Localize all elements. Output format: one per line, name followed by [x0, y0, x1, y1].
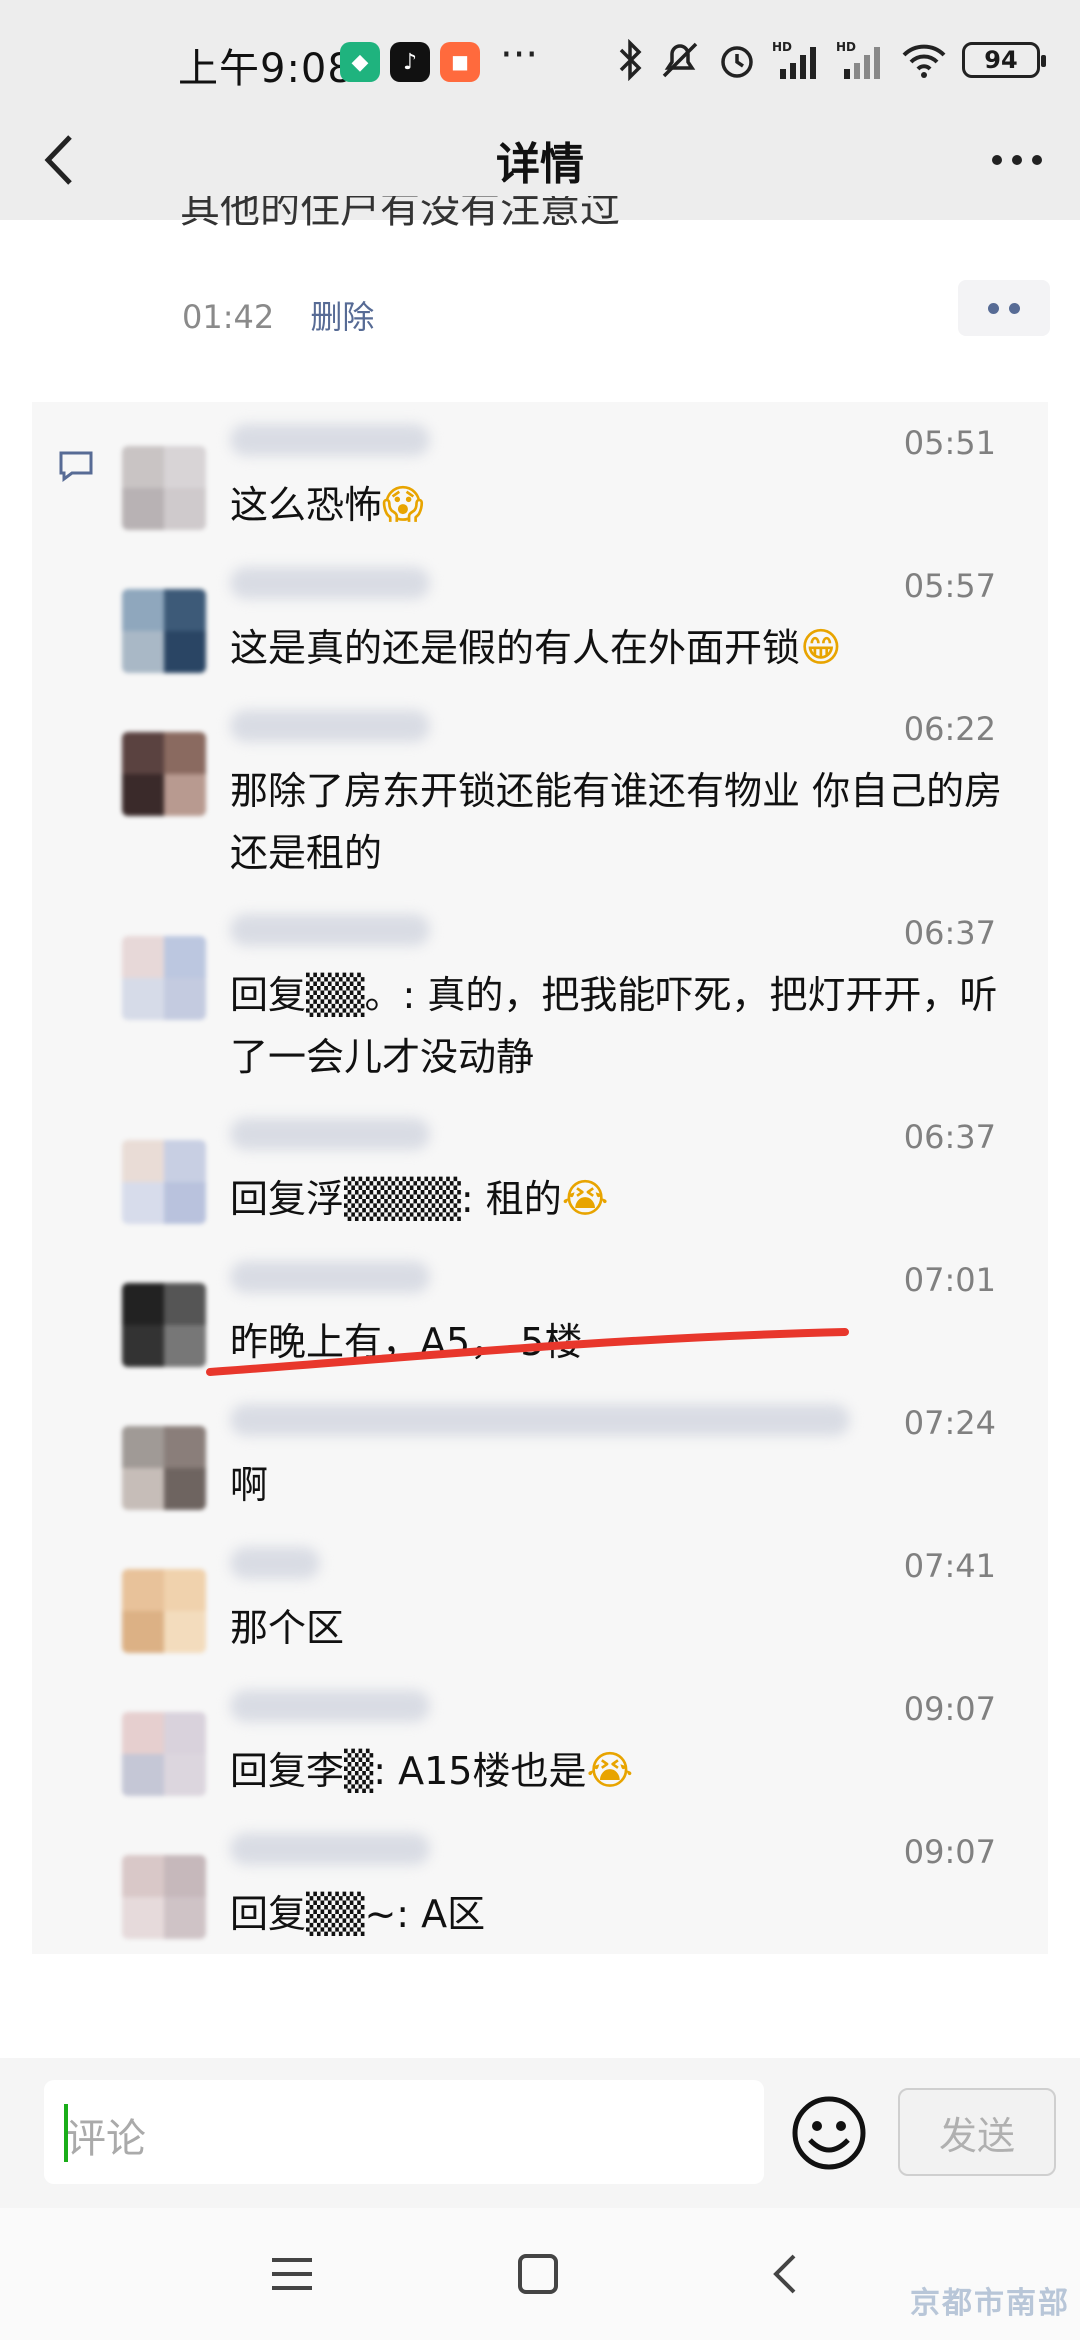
avatar[interactable]	[122, 936, 206, 1020]
grin-emoji-icon: 😁	[800, 625, 842, 671]
system-navigation-bar: 京都市南部	[0, 2208, 1080, 2340]
comment-text: 回复▒▒~: A区	[230, 1892, 486, 1936]
avatar[interactable]	[122, 446, 206, 530]
post-time: 01:42	[182, 298, 275, 336]
comment-input-placeholder: 评论	[66, 2116, 146, 2162]
comment-text: 那个区	[230, 1606, 345, 1650]
dot-icon	[988, 302, 999, 314]
comment-item[interactable]: 07:24 啊	[32, 1382, 1048, 1525]
comment-input-bar: 评论 发送	[0, 2058, 1080, 2208]
comment-time: 06:22	[903, 710, 996, 748]
comment-text: 回复李▒: A15楼也是😭	[230, 1748, 634, 1794]
avatar[interactable]	[122, 1140, 206, 1224]
comments-section: 05:51 这么恐怖😱 05:57 这是真的还是假的有人在外面开锁😁 06:22…	[32, 402, 1048, 1954]
commenter-name-blurred	[230, 1833, 430, 1865]
watermark: 京都市南部	[910, 2286, 1070, 2321]
status-bar: 上午9:08 ◆ ♪ ◼ ··· HD HD 94	[0, 28, 1080, 98]
comment-item[interactable]: 06:22 那除了房东开锁还能有谁还有物业 你自己的房还是租的	[32, 688, 1048, 892]
top-bar: 上午9:08 ◆ ♪ ◼ ··· HD HD 94 详情	[0, 0, 1080, 220]
dot-icon	[1009, 302, 1020, 314]
commenter-name-blurred	[230, 1547, 320, 1579]
avatar[interactable]	[122, 1712, 206, 1796]
dot-icon	[992, 155, 1002, 165]
comment-input[interactable]: 评论	[44, 2080, 764, 2184]
comment-time: 05:57	[903, 567, 996, 605]
home-icon[interactable]	[508, 2244, 568, 2304]
bluetooth-icon	[618, 38, 644, 82]
commenter-name-blurred	[230, 567, 430, 599]
comment-time: 07:24	[903, 1404, 996, 1442]
system-icons: HD HD 94	[618, 38, 1046, 82]
emoji-icon[interactable]	[790, 2094, 868, 2172]
comment-time: 06:37	[903, 914, 996, 952]
commenter-name-blurred	[230, 1404, 850, 1436]
back-icon[interactable]	[756, 2244, 816, 2304]
comment-time: 09:07	[903, 1833, 996, 1871]
comment-time: 06:37	[903, 1118, 996, 1156]
avatar[interactable]	[122, 1855, 206, 1939]
battery-icon: 94	[962, 42, 1046, 78]
comment-text: 那除了房东开锁还能有谁还有物业 你自己的房还是租的	[230, 769, 1003, 875]
comment-text: 回复浮▒▒▒▒: 租的😭	[230, 1176, 609, 1222]
comment-item[interactable]: 05:57 这是真的还是假的有人在外面开锁😁	[32, 545, 1048, 688]
red-underline-annotation	[206, 1328, 849, 1376]
comment-item[interactable]: 06:37 回复▒▒。: 真的，把我能吓死，把灯开开，听了一会儿才没动静	[32, 892, 1048, 1096]
comment-time: 07:01	[903, 1261, 996, 1299]
alarm-icon	[716, 38, 758, 82]
comment-item[interactable]: 05:51 这么恐怖😱	[32, 402, 1048, 545]
commenter-name-blurred	[230, 424, 430, 456]
comment-item[interactable]: 06:37 回复浮▒▒▒▒: 租的😭	[32, 1096, 1048, 1239]
post-meta: 01:42 删除	[182, 292, 374, 338]
avatar[interactable]	[122, 1569, 206, 1653]
menu-icon[interactable]	[262, 2244, 322, 2304]
comment-text: 这么恐怖😱	[230, 482, 424, 528]
commenter-name-blurred	[230, 710, 430, 742]
more-notifications-icon: ···	[500, 32, 539, 78]
scream-emoji-icon: 😱	[382, 482, 424, 528]
comment-time: 05:51	[903, 424, 996, 462]
crying-laughing-emoji-icon: 😭	[561, 1176, 609, 1222]
commenter-name-blurred	[230, 1690, 430, 1722]
text-caret	[64, 2104, 68, 2162]
commenter-name-blurred	[230, 914, 430, 946]
avatar[interactable]	[122, 589, 206, 673]
mute-icon	[658, 38, 702, 82]
svg-text:HD: HD	[772, 40, 792, 54]
comment-text: 回复▒▒。: 真的，把我能吓死，把灯开开，听了一会儿才没动静	[230, 973, 998, 1079]
shop-notification-icon: ◼	[440, 42, 480, 82]
tiktok-notification-icon: ♪	[390, 42, 430, 82]
svg-text:HD: HD	[836, 40, 856, 54]
crying-laughing-emoji-icon: 😭	[586, 1748, 634, 1794]
signal-hd-icon-2: HD	[836, 38, 886, 82]
dot-icon	[1032, 155, 1042, 165]
avatar[interactable]	[122, 732, 206, 816]
post-text-clipped: 其他的住户有没有注意过	[180, 196, 620, 232]
page-title: 详情	[496, 139, 584, 190]
delete-link[interactable]: 删除	[310, 298, 374, 336]
dot-icon	[1012, 155, 1022, 165]
comment-text: 这是真的还是假的有人在外面开锁😁	[230, 625, 842, 671]
comment-text: 啊	[230, 1463, 269, 1507]
comment-time: 07:41	[903, 1547, 996, 1585]
comment-item[interactable]: 07:41 那个区	[32, 1525, 1048, 1668]
wifi-icon	[900, 38, 948, 82]
signal-hd-icon: HD	[772, 38, 822, 82]
comment-item[interactable]: 09:07 回复▒▒~: A区	[32, 1811, 1048, 1954]
commenter-name-blurred	[230, 1261, 430, 1293]
comment-time: 09:07	[903, 1690, 996, 1728]
navbar: 详情	[0, 110, 1080, 210]
status-time: 上午9:08	[178, 46, 354, 92]
avatar[interactable]	[122, 1426, 206, 1510]
more-options-button[interactable]	[982, 130, 1052, 190]
comment-item[interactable]: 09:07 回复李▒: A15楼也是😭	[32, 1668, 1048, 1811]
app-notification-icon: ◆	[340, 42, 380, 82]
send-button[interactable]: 发送	[898, 2088, 1056, 2176]
post-actions-button[interactable]	[958, 280, 1050, 336]
commenter-name-blurred	[230, 1118, 430, 1150]
